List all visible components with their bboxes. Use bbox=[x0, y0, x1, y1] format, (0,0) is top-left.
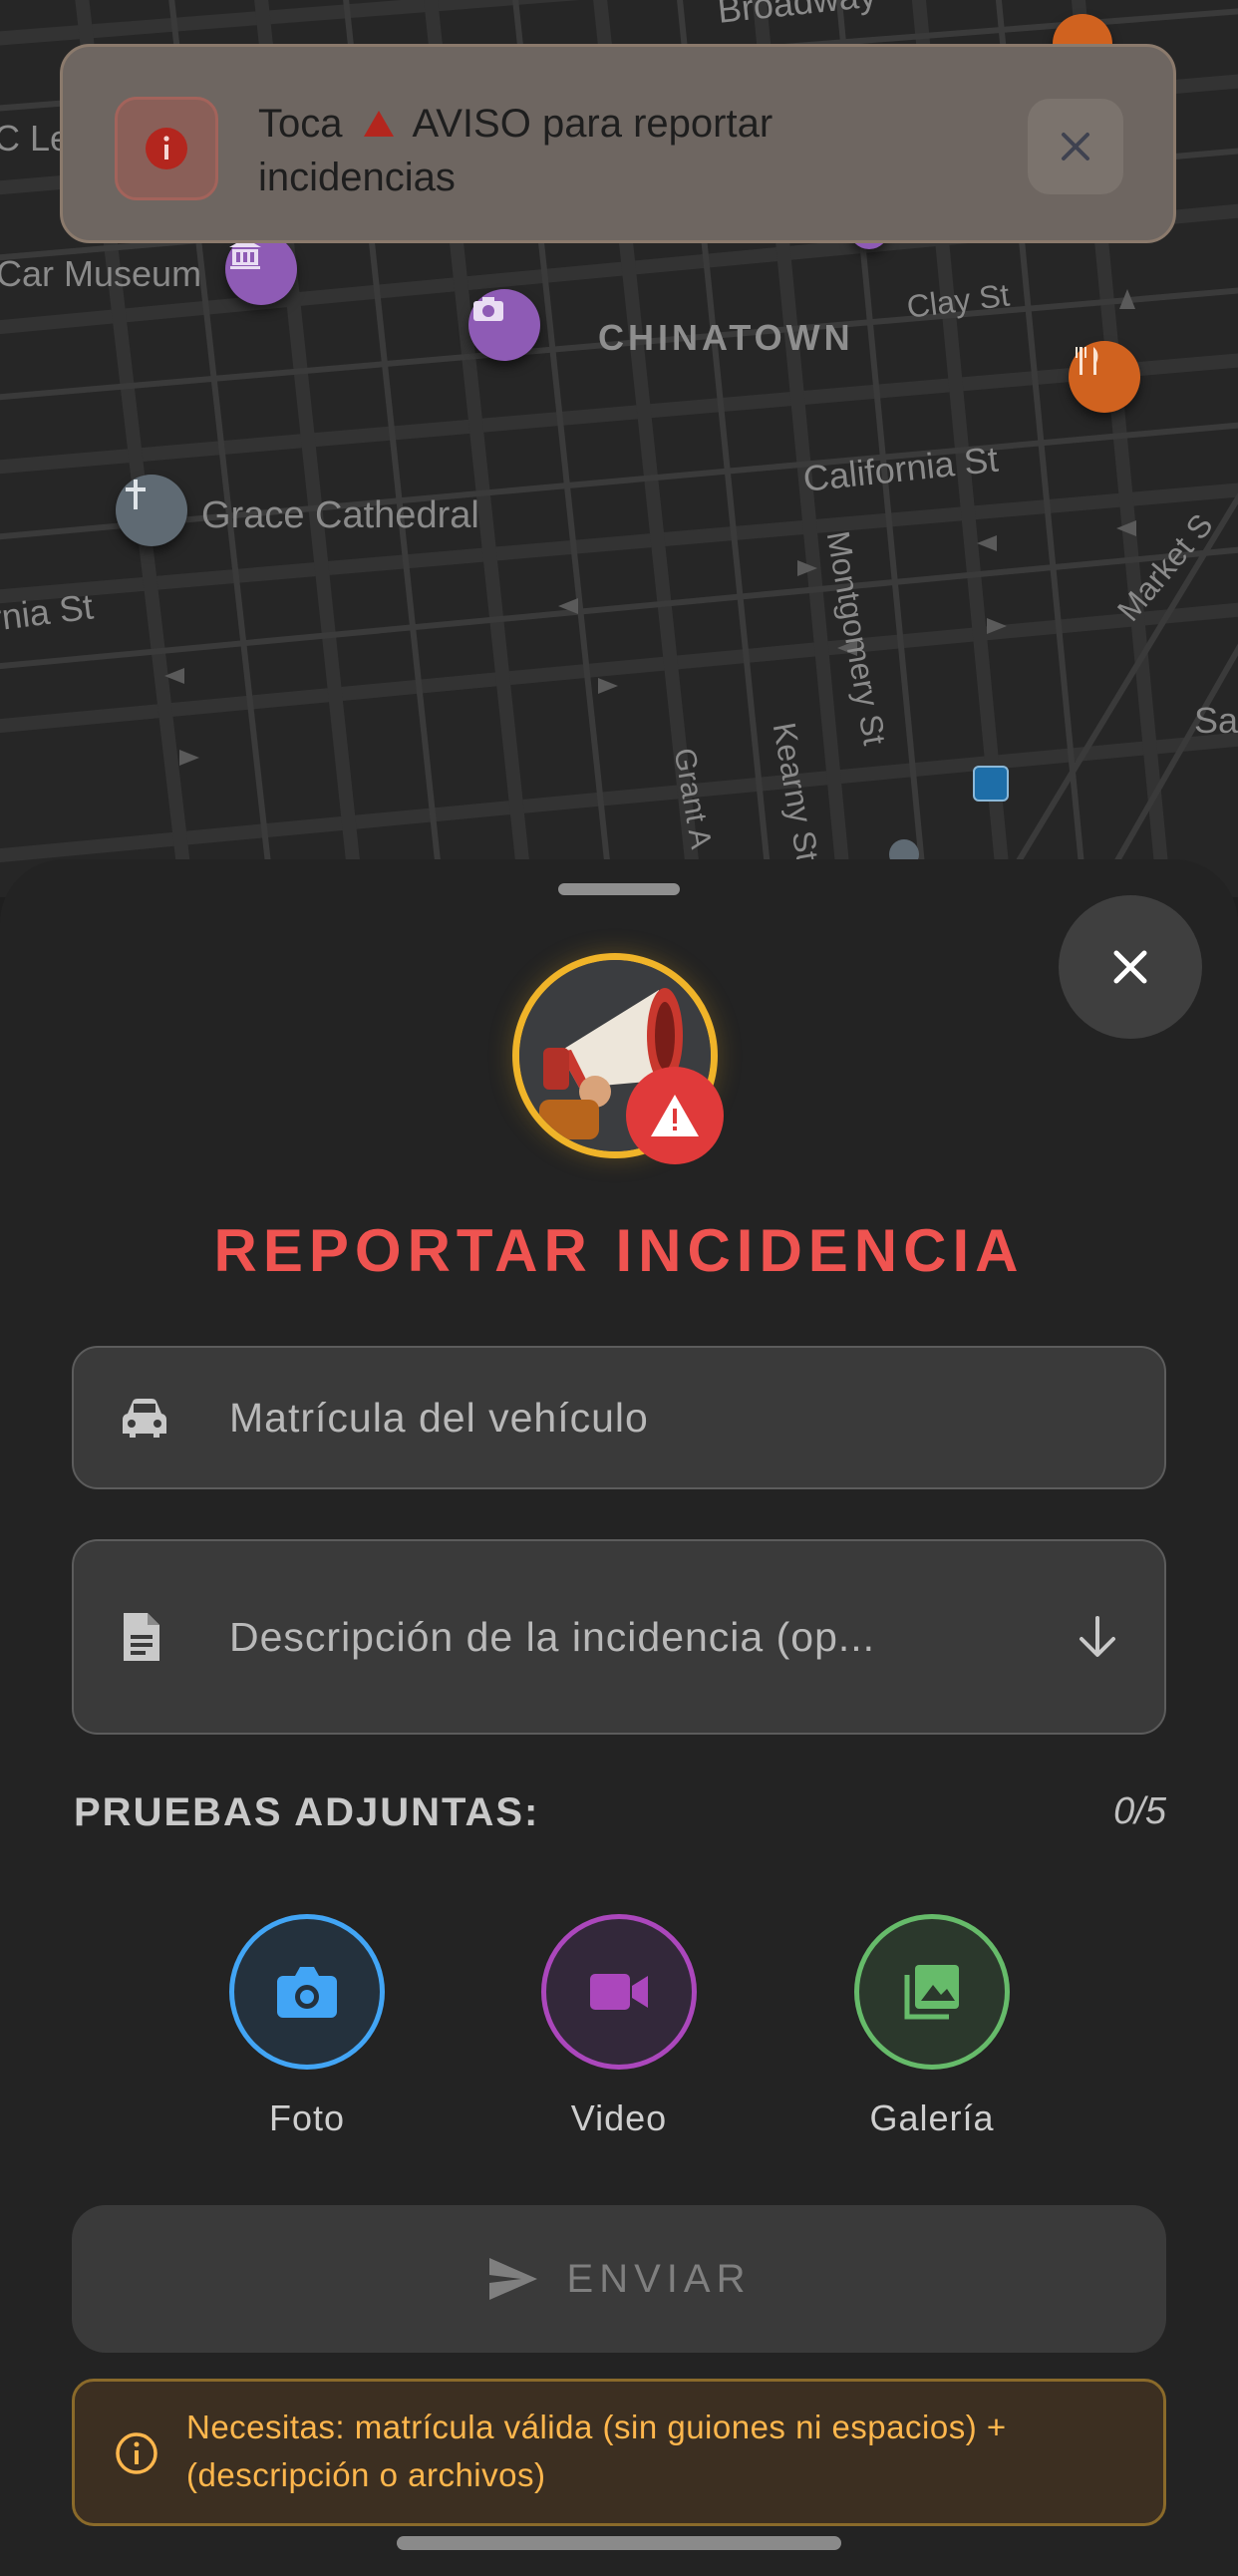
attach-video-label: Video bbox=[570, 2097, 668, 2138]
evidence-label: PRUEBAS ADJUNTAS: bbox=[74, 1790, 540, 1834]
send-label: ENVIAR bbox=[566, 2256, 752, 2301]
map-label-grace-cathedral: Grace Cathedral bbox=[201, 494, 479, 536]
attach-gallery-label: Galería bbox=[869, 2097, 995, 2138]
museum-pin-icon[interactable] bbox=[225, 233, 297, 305]
report-incident-sheet: REPORTAR INCIDENCIA Matrícula del vehícu… bbox=[0, 859, 1238, 2576]
church-pin-icon[interactable] bbox=[116, 475, 187, 546]
attach-photo-button[interactable]: Foto bbox=[229, 1914, 385, 2138]
attach-photo-label: Foto bbox=[268, 2097, 346, 2138]
home-indicator[interactable] bbox=[397, 2536, 841, 2550]
validation-warning: Necesitas: matrícula válida (sin guiones… bbox=[72, 2379, 1166, 2526]
toast-message: Toca AVISO para reportar incidencias bbox=[258, 97, 896, 204]
close-icon bbox=[1113, 950, 1147, 984]
car-icon bbox=[123, 1399, 166, 1438]
restaurant-pin-icon[interactable] bbox=[1069, 341, 1140, 413]
instruction-toast: Toca AVISO para reportar incidencias bbox=[60, 44, 1176, 243]
warning-text: Necesitas: matrícula válida (sin guiones… bbox=[186, 2409, 1007, 2493]
sheet-title: REPORTAR INCIDENCIA bbox=[213, 1217, 1025, 1284]
gallery-icon bbox=[904, 1965, 959, 2020]
warning-triangle-icon bbox=[363, 111, 394, 137]
arrow-down-icon[interactable] bbox=[1075, 1614, 1120, 1660]
attach-video-button[interactable]: Video bbox=[541, 1914, 697, 2138]
warning-triangle-icon bbox=[651, 1095, 699, 1136]
document-icon bbox=[124, 1613, 159, 1661]
attach-video-circle[interactable] bbox=[541, 1914, 697, 2070]
plate-input[interactable]: Matrícula del vehículo bbox=[72, 1346, 1166, 1489]
sheet-drag-handle[interactable] bbox=[558, 883, 680, 895]
send-button[interactable]: ENVIAR bbox=[72, 2205, 1166, 2353]
map-label-car-museum: Car Museum bbox=[0, 253, 202, 294]
map-label-district: CHINATOWN bbox=[598, 317, 854, 358]
camera-icon bbox=[277, 1967, 337, 2018]
plate-placeholder: Matrícula del vehículo bbox=[229, 1394, 649, 1441]
camera-pin-icon[interactable] bbox=[468, 289, 540, 361]
description-input[interactable]: Descripción de la incidencia (op... bbox=[72, 1539, 1166, 1735]
attach-photo-circle[interactable] bbox=[229, 1914, 385, 2070]
info-outline-icon bbox=[116, 2432, 157, 2474]
info-icon bbox=[115, 97, 218, 200]
description-placeholder: Descripción de la incidencia (op... bbox=[229, 1613, 876, 1660]
toast-message-prefix: Toca bbox=[258, 102, 343, 146]
transit-station-icon[interactable] bbox=[973, 766, 1009, 802]
close-icon bbox=[1062, 133, 1089, 161]
evidence-counter: 0/5 bbox=[1113, 1790, 1166, 1832]
attach-gallery-circle[interactable] bbox=[854, 1914, 1010, 2070]
video-icon bbox=[590, 1974, 648, 2010]
attach-gallery-button[interactable]: Galería bbox=[854, 1914, 1010, 2138]
map-label-sa: Sa bbox=[1194, 700, 1238, 741]
send-icon bbox=[488, 2258, 537, 2300]
alert-badge bbox=[626, 1067, 724, 1164]
toast-close-button[interactable] bbox=[1028, 99, 1123, 194]
sheet-close-button[interactable] bbox=[1059, 895, 1202, 1039]
